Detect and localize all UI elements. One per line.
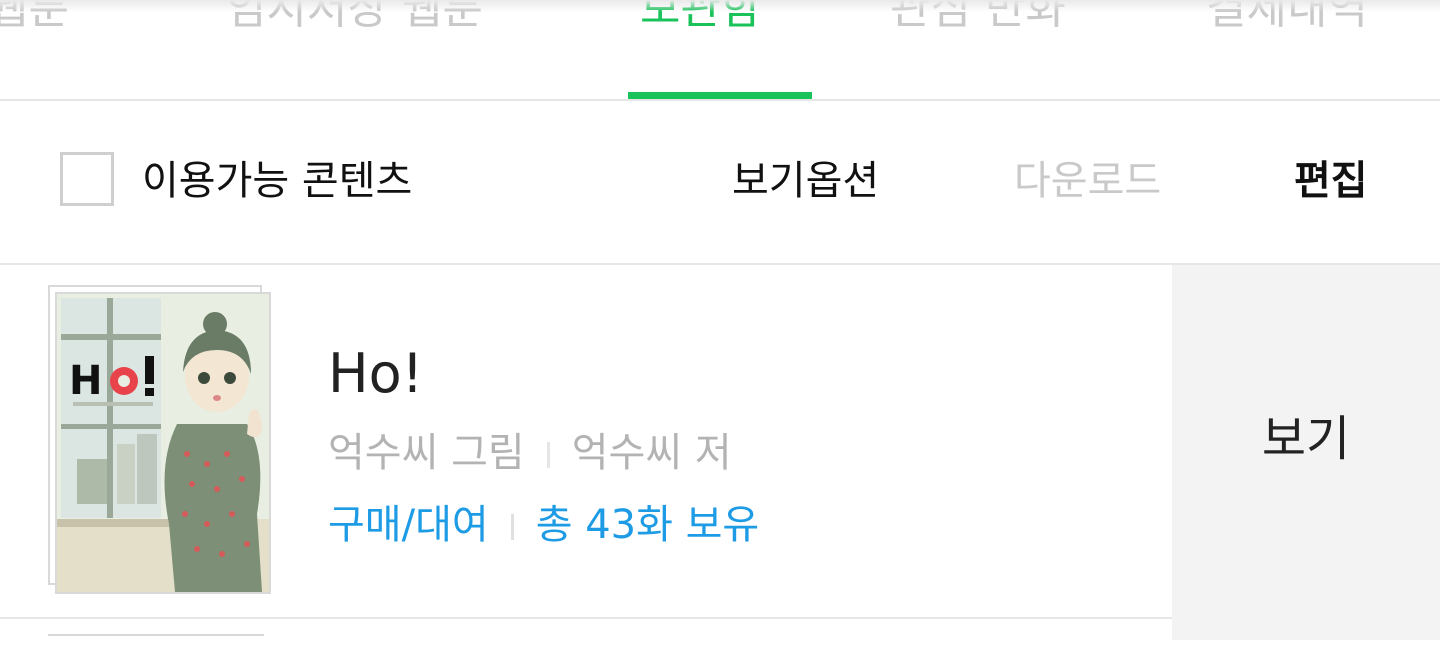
view-button[interactable]: 보기 (1172, 265, 1440, 640)
top-shadow (0, 0, 1440, 12)
separator (546, 442, 550, 468)
available-content-label[interactable]: 이용가능 콘텐츠 (142, 153, 412, 209)
view-options-button[interactable]: 보기옵션 (732, 153, 879, 209)
comic-cover-ho-image[interactable]: H (55, 292, 271, 594)
download-button[interactable]: 다운로드 (1014, 153, 1161, 209)
storage-toolbar: 이용가능 콘텐츠 보기옵션 다운로드 편집 (0, 101, 1440, 265)
next-item-thumbnail[interactable] (48, 634, 264, 646)
writer-label: 억수씨 저 (571, 430, 732, 476)
active-tab-indicator (628, 92, 812, 99)
artist-label: 억수씨 그림 (328, 430, 525, 476)
purchase-rental-link[interactable]: 구매/대여 (328, 502, 489, 548)
owned-episodes-label: 총 43화 보유 (535, 502, 760, 548)
item-title: Ho! (328, 342, 424, 405)
select-all-checkbox[interactable] (60, 152, 114, 206)
view-button-label: 보기 (1261, 411, 1351, 467)
edit-button[interactable]: 편집 (1294, 153, 1368, 209)
svg-text:H: H (69, 358, 102, 404)
item-ownership: 구매/대여 총 43화 보유 (328, 497, 759, 553)
tab-bar: 웹툰 임시저장 웹툰 보관함 관심 만화 결제내역 (0, 0, 1440, 101)
item-credits: 억수씨 그림 억수씨 저 (328, 425, 732, 481)
comic-cover-illustration-icon: H (57, 294, 269, 592)
separator (510, 514, 514, 540)
